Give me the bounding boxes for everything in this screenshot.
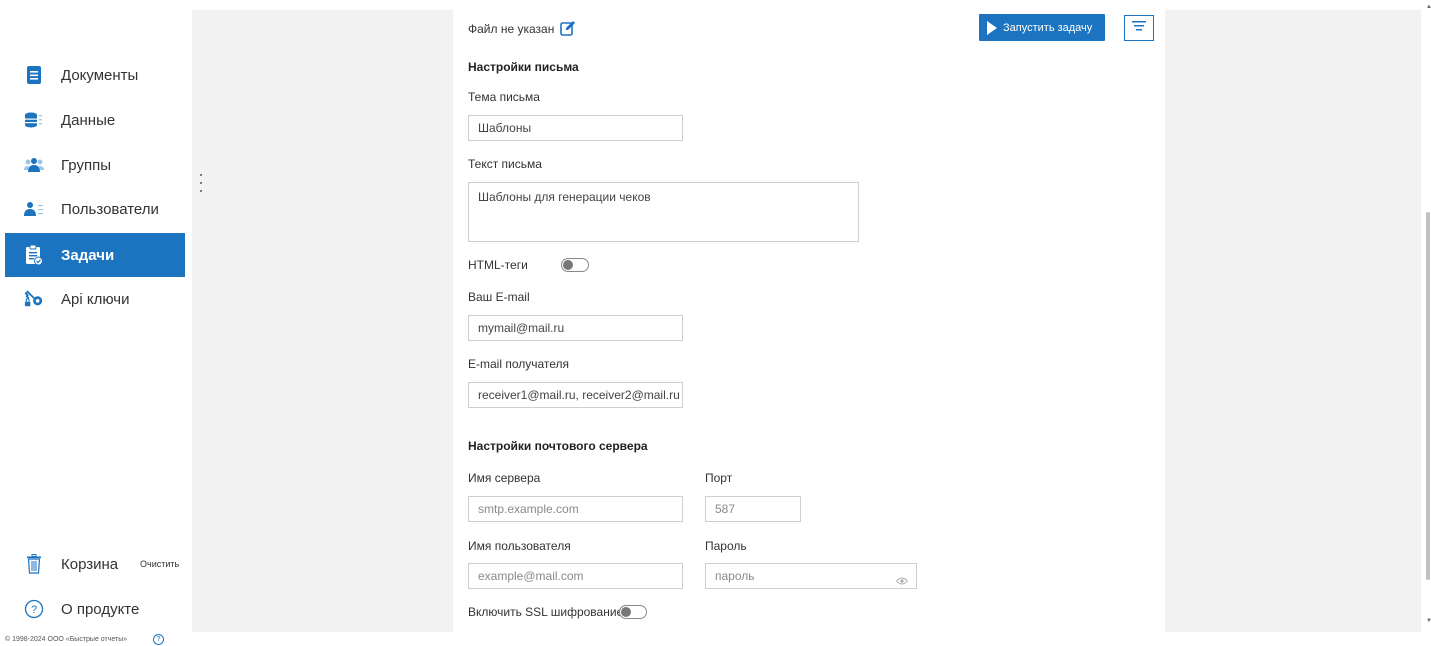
run-task-button[interactable]: Запустить задачу	[979, 14, 1105, 41]
sidebar-item-data[interactable]: Данные	[5, 98, 185, 142]
scrollbar-thumb[interactable]	[1426, 212, 1430, 580]
ssl-toggle[interactable]	[619, 605, 647, 619]
sidebar-item-label: Задачи	[61, 246, 115, 264]
sidebar-item-tasks[interactable]: Задачи	[5, 233, 185, 277]
port-label: Порт	[705, 471, 733, 485]
help-icon: ?	[24, 599, 44, 619]
splitter-handle[interactable]	[198, 174, 204, 202]
play-icon	[987, 20, 997, 35]
scroll-down-icon[interactable]: ▼	[1426, 618, 1431, 624]
sidebar-item-documents[interactable]: Документы	[5, 53, 185, 97]
document-icon	[24, 65, 44, 85]
footer: © 1998-2024 ООО «Быстрые отчеты» ?	[0, 632, 1431, 646]
sidebar-item-users[interactable]: Пользователи	[5, 187, 185, 231]
left-panel	[192, 10, 453, 632]
body-textarea[interactable]: Шаблоны для генерации чеков	[468, 182, 859, 242]
edit-icon[interactable]	[560, 20, 576, 36]
sidebar-item-groups[interactable]: Группы	[5, 143, 185, 187]
sidebar-item-label: О продукте	[61, 600, 140, 618]
filter-icon	[1132, 19, 1146, 37]
your-email-label: Ваш E-mail	[468, 290, 530, 304]
port-input[interactable]: 587	[705, 496, 801, 522]
recipient-input[interactable]: receiver1@mail.ru, receiver2@mail.ru	[468, 382, 683, 408]
body-label: Текст письма	[468, 157, 542, 171]
html-tags-toggle[interactable]	[561, 258, 589, 272]
recipient-label: E-mail получателя	[468, 357, 570, 371]
sidebar-item-label: Данные	[61, 111, 116, 129]
email-settings-title: Настройки письма	[468, 60, 579, 74]
filter-settings-button[interactable]	[1124, 15, 1154, 41]
file-status-text: Файл не указан	[468, 22, 555, 36]
password-placeholder: пароль	[715, 569, 755, 583]
server-label: Имя сервера	[468, 471, 541, 485]
your-email-input[interactable]: mymail@mail.ru	[468, 315, 683, 341]
show-password-icon[interactable]	[895, 572, 909, 585]
sidebar-item-label: Документы	[61, 66, 139, 84]
username-label: Имя пользователя	[468, 539, 571, 553]
users-icon	[24, 199, 44, 219]
sidebar-item-api-keys[interactable]: Api ключи	[5, 277, 185, 321]
ssl-label: Включить SSL шифрование	[468, 605, 624, 619]
sidebar: Документы Данные Группы Пользователи Зад…	[0, 0, 192, 632]
sidebar-item-label: Группы	[61, 156, 111, 174]
sidebar-item-label: Api ключи	[61, 290, 130, 308]
html-tags-label: HTML-теги	[468, 258, 528, 272]
scroll-up-icon[interactable]: ▲	[1426, 4, 1431, 10]
sidebar-item-trash[interactable]: Корзина Очистить	[5, 542, 185, 586]
tasks-icon	[24, 244, 44, 266]
copyright-text: © 1998-2024 ООО «Быстрые отчеты»	[5, 636, 128, 643]
username-input[interactable]: example@mail.com	[468, 563, 683, 589]
subject-label: Тема письма	[468, 90, 540, 104]
subject-input[interactable]: Шаблоны	[468, 115, 683, 141]
group-icon	[24, 155, 44, 175]
key-icon	[24, 289, 44, 309]
database-icon	[24, 110, 44, 130]
server-input[interactable]: smtp.example.com	[468, 496, 683, 522]
trash-label: Корзина	[61, 555, 119, 573]
svg-text:?: ?	[31, 604, 37, 616]
trash-icon	[24, 554, 44, 574]
password-label: Пароль	[705, 539, 747, 553]
password-input[interactable]: пароль	[705, 563, 917, 589]
footer-help-icon[interactable]: ?	[153, 634, 164, 645]
sidebar-item-about[interactable]: ? О продукте	[5, 587, 185, 631]
right-panel	[1165, 10, 1421, 632]
run-task-label: Запустить задачу	[1003, 21, 1093, 34]
clear-trash-button[interactable]: Очистить	[140, 559, 179, 569]
sidebar-item-label: Пользователи	[61, 200, 159, 218]
server-settings-title: Настройки почтового сервера	[468, 439, 648, 453]
